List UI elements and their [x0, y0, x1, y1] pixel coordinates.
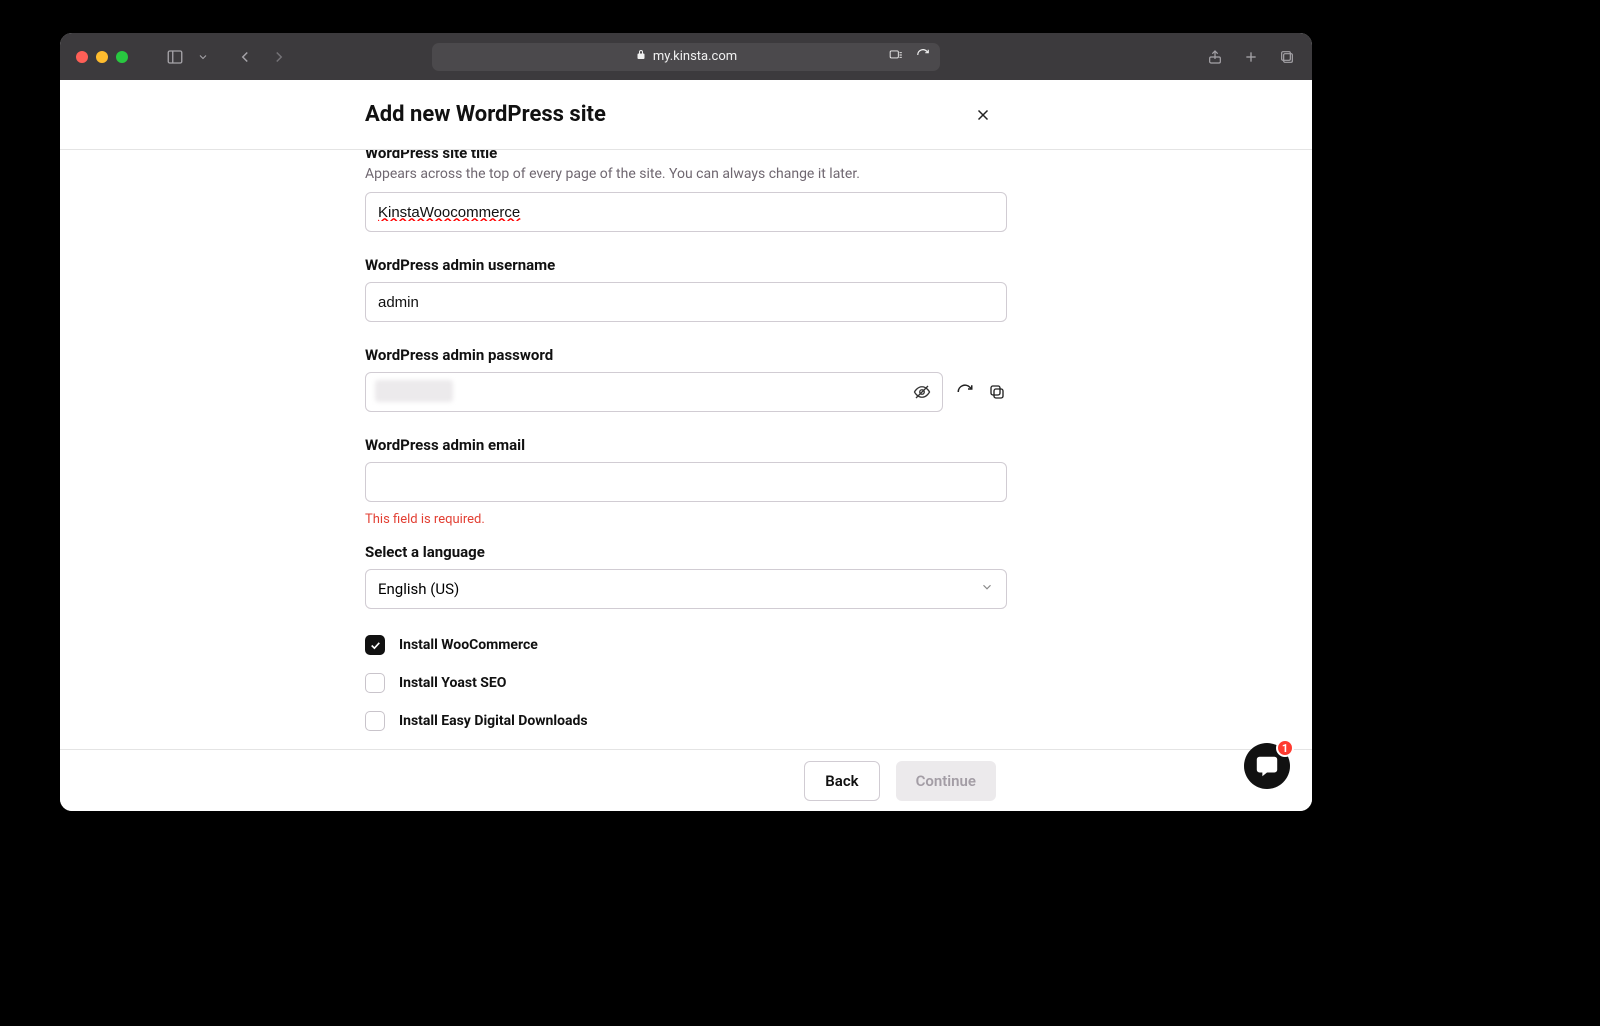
checkbox-unchecked-icon: [365, 673, 385, 693]
checkbox-unchecked-icon: [365, 711, 385, 731]
continue-button[interactable]: Continue: [896, 761, 996, 801]
admin-email-group: WordPress admin email This field is requ…: [365, 436, 1007, 527]
admin-password-group: WordPress admin password: [365, 346, 1007, 412]
admin-username-group: WordPress admin username: [365, 256, 1007, 322]
password-masked-value: [375, 380, 453, 402]
site-title-hint: Appears across the top of every page of …: [365, 166, 1007, 182]
site-title-label: WordPress site title: [365, 150, 1007, 162]
site-title-group: WordPress site title Appears across the …: [365, 150, 1007, 232]
reader-icon[interactable]: [888, 48, 904, 66]
copy-password-button[interactable]: [987, 382, 1007, 402]
admin-password-label: WordPress admin password: [365, 346, 1007, 364]
page-content: Add new WordPress site WordPress site ti…: [60, 80, 1312, 811]
plugin-options: Install WooCommerce Install Yoast SEO In…: [365, 635, 1007, 731]
back-button[interactable]: Back: [804, 761, 879, 801]
site-title-input[interactable]: [365, 192, 1007, 232]
checkbox-label: Install Yoast SEO: [399, 675, 506, 691]
new-tab-icon[interactable]: [1242, 48, 1260, 66]
chevron-down-icon[interactable]: [194, 48, 212, 66]
back-button-label: Back: [825, 772, 858, 790]
language-group: Select a language English (US): [365, 543, 1007, 609]
sidebar-toggle-icon[interactable]: [166, 48, 184, 66]
window-controls: [76, 51, 128, 63]
forward-nav-button[interactable]: [270, 48, 288, 66]
install-edd-checkbox[interactable]: Install Easy Digital Downloads: [365, 711, 1007, 731]
tabs-overview-icon[interactable]: [1278, 48, 1296, 66]
chevron-down-icon: [980, 580, 994, 598]
admin-username-label: WordPress admin username: [365, 256, 1007, 274]
intercom-launcher[interactable]: 1: [1244, 743, 1290, 789]
checkbox-label: Install WooCommerce: [399, 637, 538, 653]
language-selected-value: English (US): [378, 580, 459, 598]
toggle-password-visibility-button[interactable]: [913, 383, 931, 401]
browser-window: my.kinsta.com Add new: [60, 33, 1312, 811]
install-woocommerce-checkbox[interactable]: Install WooCommerce: [365, 635, 1007, 655]
maximize-window-button[interactable]: [116, 51, 128, 63]
lock-icon: [635, 49, 647, 65]
language-select[interactable]: English (US): [365, 569, 1007, 609]
intercom-badge: 1: [1276, 739, 1294, 757]
url-text: my.kinsta.com: [653, 49, 737, 64]
share-icon[interactable]: [1206, 48, 1224, 66]
close-window-button[interactable]: [76, 51, 88, 63]
install-yoast-checkbox[interactable]: Install Yoast SEO: [365, 673, 1007, 693]
modal-footer: Back Continue: [60, 749, 1312, 811]
admin-email-label: WordPress admin email: [365, 436, 1007, 454]
modal-title: Add new WordPress site: [365, 102, 606, 127]
admin-email-input[interactable]: [365, 462, 1007, 502]
regenerate-password-button[interactable]: [955, 382, 975, 402]
close-modal-button[interactable]: [974, 106, 992, 124]
reload-icon[interactable]: [916, 48, 930, 66]
form-area: WordPress site title Appears across the …: [60, 150, 1312, 749]
minimize-window-button[interactable]: [96, 51, 108, 63]
browser-chrome: my.kinsta.com: [60, 33, 1312, 80]
admin-email-error: This field is required.: [365, 512, 1007, 527]
back-nav-button[interactable]: [236, 48, 254, 66]
checkbox-label: Install Easy Digital Downloads: [399, 713, 588, 729]
checkbox-checked-icon: [365, 635, 385, 655]
admin-username-input[interactable]: [365, 282, 1007, 322]
address-bar[interactable]: my.kinsta.com: [432, 43, 940, 71]
modal-header: Add new WordPress site: [60, 80, 1312, 150]
continue-button-label: Continue: [916, 772, 976, 790]
language-label: Select a language: [365, 543, 1007, 561]
